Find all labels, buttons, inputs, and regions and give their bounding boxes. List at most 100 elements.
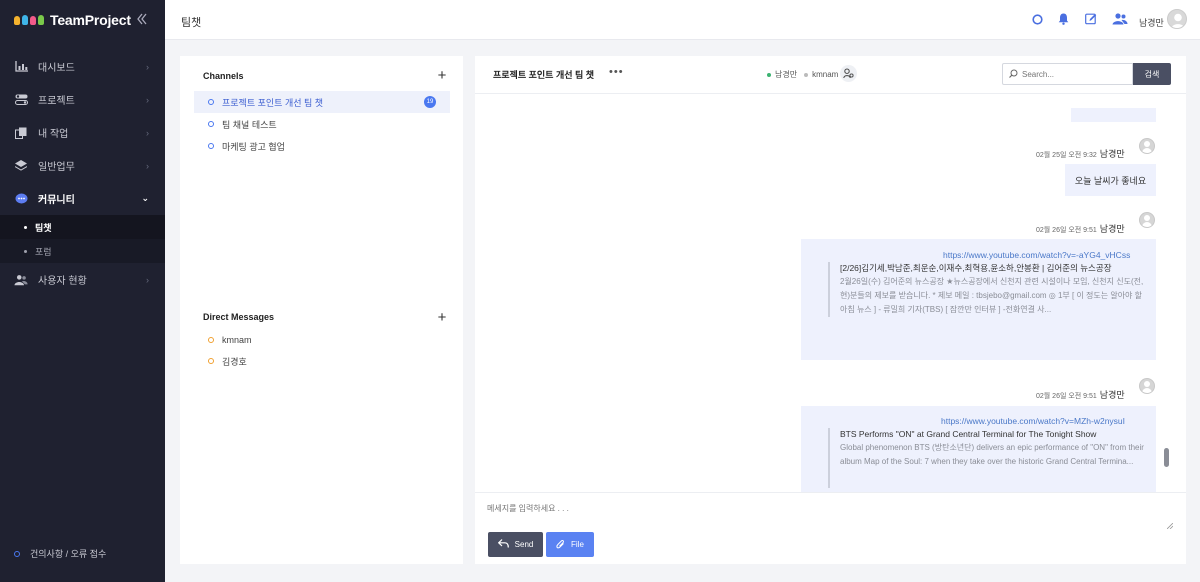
layers-icon [14, 160, 28, 172]
sidebar-item-user-status[interactable]: 사용자 현황 › [0, 263, 165, 296]
message-link[interactable]: https://www.youtube.com/watch?v=-aYG4_vH… [943, 250, 1130, 260]
chart-icon [14, 61, 28, 73]
sidebar-item-my-tasks[interactable]: 내 작업 › [0, 116, 165, 149]
submenu-item-label: 포럼 [35, 246, 52, 257]
channel-item[interactable]: 프로젝트 포인트 개선 팀 챗 19 [194, 91, 450, 113]
chat-panel: 프로젝트 포인트 개선 팀 챗 ••• 남경만 kmnam 검색 02월 25일… [475, 56, 1186, 564]
sidebar-item-label: 내 작업 [38, 129, 69, 140]
submenu-item-teamchat[interactable]: 팀챗 [0, 215, 165, 239]
chevron-right-icon: › [146, 61, 149, 72]
circle-icon [208, 143, 214, 149]
message-author: 남경만 [1099, 149, 1125, 159]
channel-list-panel: Channels + 프로젝트 포인트 개선 팀 챗 19 팀 채널 테스트 마… [180, 56, 463, 564]
dm-item[interactable]: 김경호 [194, 350, 247, 372]
resize-handle-icon[interactable] [1167, 523, 1173, 529]
paperclip-icon [556, 539, 565, 551]
copy-icon [14, 127, 28, 139]
channel-label: 마케팅 광고 협업 [222, 141, 285, 152]
user-avatar[interactable] [1167, 9, 1187, 29]
add-channel-button[interactable]: + [436, 68, 448, 83]
message-bubble: 오늘 날씨가 좋네요 [1065, 164, 1156, 196]
feedback-link[interactable]: 건의사항 / 오류 접수 [14, 547, 106, 560]
edit-icon[interactable] [1084, 12, 1098, 26]
bell-icon[interactable] [1056, 12, 1070, 26]
channel-label: 프로젝트 포인트 개선 팀 챗 [222, 97, 324, 108]
collapse-sidebar-icon[interactable] [136, 12, 148, 28]
chat-header: 프로젝트 포인트 개선 팀 챗 ••• 남경만 kmnam 검색 [475, 56, 1186, 94]
sidebar-item-community[interactable]: 커뮤니티 ⌄ [0, 182, 165, 215]
link-preview-description: Global phenomenon BTS (방탄소년단) delivers a… [840, 443, 1144, 466]
user-group-icon[interactable] [1110, 12, 1128, 26]
circle-status-icon[interactable] [1030, 12, 1044, 26]
link-preview-description: 2월26일(수) 김어준의 뉴스공장 ★뉴스공장에서 신천지 관련 시설이나 모… [840, 277, 1144, 314]
community-submenu: 팀챗 포럼 [0, 215, 165, 263]
search-button[interactable]: 검색 [1133, 63, 1171, 85]
avatar[interactable] [1139, 138, 1155, 154]
avatar[interactable] [1139, 212, 1155, 228]
channel-item[interactable]: 마케팅 광고 협업 [194, 135, 450, 157]
link-preview[interactable]: [2/26]김기세,박남준,최운순,이재수,최혁용,윤소하,안봉환 | 김어준의… [828, 262, 1144, 317]
manage-members-icon[interactable] [840, 65, 857, 82]
page-title: 팀챗 [181, 17, 202, 29]
channel-item[interactable]: 팀 채널 테스트 [194, 113, 450, 135]
send-button[interactable]: Send [488, 532, 543, 557]
reply-arrow-icon [497, 539, 509, 550]
sidebar-item-dashboard[interactable]: 대시보드 › [0, 50, 165, 83]
chevron-right-icon: › [146, 160, 149, 171]
search-field[interactable] [1002, 63, 1133, 85]
search-icon [1009, 67, 1018, 81]
bullet-icon [24, 225, 27, 229]
dm-item[interactable]: kmnam [194, 329, 252, 351]
message-bubble: https://www.youtube.com/watch?v=-aYG4_vH… [801, 239, 1156, 360]
member-name: kmnam [812, 70, 839, 79]
app-name: TeamProject [50, 12, 131, 28]
toggle-icon [14, 94, 28, 106]
circle-icon [14, 550, 20, 557]
link-preview-title: [2/26]김기세,박남준,최운순,이재수,최혁용,윤소하,안봉환 | 김어준의… [840, 263, 1112, 273]
message-link[interactable]: https://www.youtube.com/watch?v=MZh-w2ny… [941, 416, 1125, 426]
search-input[interactable] [1022, 69, 1122, 79]
submenu-item-label: 팀챗 [35, 222, 52, 233]
send-label: Send [514, 540, 534, 549]
circle-icon [208, 337, 214, 343]
sidebar-item-general-work[interactable]: 일반업무 › [0, 149, 165, 182]
message-author: 남경만 [1099, 390, 1125, 400]
online-dot-icon [767, 72, 771, 77]
message-bubble-partial [1071, 108, 1156, 122]
sidebar-item-label: 사용자 현황 [38, 276, 87, 287]
circle-icon [208, 358, 214, 364]
message-input[interactable] [487, 503, 1172, 531]
message-time: 02월 26일 오전 9:51 [1036, 393, 1097, 400]
sidebar-item-label: 프로젝트 [38, 96, 75, 107]
channel-label: 팀 채널 테스트 [222, 119, 277, 130]
circle-icon [208, 99, 214, 105]
circle-icon [208, 121, 214, 127]
avatar[interactable] [1139, 378, 1155, 394]
message-time: 02월 26일 오전 9:51 [1036, 227, 1097, 234]
dm-label: kmnam [222, 335, 252, 345]
chat-bubble-icon [14, 193, 28, 205]
add-dm-button[interactable]: + [436, 310, 448, 325]
users-icon [14, 274, 28, 286]
more-options-icon[interactable]: ••• [609, 66, 624, 78]
message-author: 남경만 [1099, 224, 1125, 234]
sidebar: TeamProject 대시보드 › 프로젝트 › 내 작업 › 일반업무 › … [0, 0, 165, 582]
scrollbar-thumb[interactable] [1164, 448, 1169, 467]
submenu-item-forum[interactable]: 포럼 [0, 239, 165, 263]
message-meta: 02월 26일 오전 9:51 남경만 [1036, 222, 1125, 235]
current-user-name[interactable]: 남경만 [1139, 16, 1164, 29]
dm-title: Direct Messages [203, 312, 275, 322]
message-list[interactable]: 02월 25일 오전 9:32 남경만 오늘 날씨가 좋네요 02월 26일 오전… [475, 95, 1186, 492]
message-time: 02월 25일 오전 9:32 [1036, 152, 1097, 159]
message-text: 오늘 날씨가 좋네요 [1074, 175, 1147, 186]
sidebar-item-label: 일반업무 [38, 162, 75, 173]
sidebar-item-projects[interactable]: 프로젝트 › [0, 83, 165, 116]
chat-title: 프로젝트 포인트 개선 팀 챗 [493, 70, 595, 80]
sidebar-item-label: 커뮤니티 [38, 195, 75, 206]
member-list: 남경만 kmnam [767, 69, 838, 80]
chevron-right-icon: › [146, 94, 149, 105]
offline-dot-icon [804, 72, 809, 77]
file-button[interactable]: File [546, 532, 594, 557]
link-preview[interactable]: BTS Performs "ON" at Grand Central Termi… [828, 428, 1144, 488]
feedback-label: 건의사항 / 오류 접수 [30, 549, 107, 559]
